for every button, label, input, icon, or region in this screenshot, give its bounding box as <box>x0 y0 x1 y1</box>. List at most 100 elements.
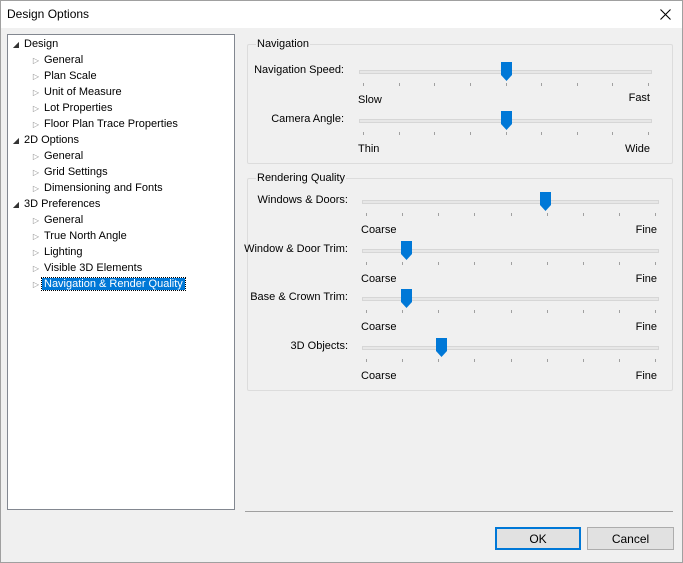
slider-tick <box>547 262 548 265</box>
tree-item-label: True North Angle <box>44 230 127 242</box>
slider-tick <box>648 132 649 135</box>
cancel-button[interactable]: Cancel <box>587 527 674 550</box>
slider-thumb[interactable] <box>401 241 412 260</box>
tree-node[interactable]: ◢ 2D Options <box>10 133 81 148</box>
collapsed-arrow-icon[interactable]: ▷ <box>30 229 42 244</box>
slider-track[interactable] <box>362 346 659 350</box>
slider-tick <box>474 262 475 265</box>
tree-item[interactable]: ▷ Grid Settings <box>30 165 110 180</box>
title-bar: Design Options <box>1 1 682 28</box>
slider-tick <box>619 262 620 265</box>
slider-tick <box>363 83 364 86</box>
slider-tick <box>506 83 507 86</box>
slider-tick <box>547 310 548 313</box>
slider-track[interactable] <box>362 200 659 204</box>
collapsed-arrow-icon[interactable]: ▷ <box>30 69 42 84</box>
slider-max-label: Fine <box>635 224 657 236</box>
tree-item[interactable]: ▷ General <box>30 53 85 68</box>
slider-thumb[interactable] <box>436 338 447 357</box>
slider-max-label: Fine <box>635 370 657 382</box>
slider-tick <box>402 310 403 313</box>
tree-item[interactable]: ▷ Dimensioning and Fonts <box>30 181 165 196</box>
tree-item[interactable]: ▷ Floor Plan Trace Properties <box>30 117 180 132</box>
tree-item[interactable]: ▷ Lot Properties <box>30 101 114 116</box>
tree-item[interactable]: ▷ Lighting <box>30 245 85 260</box>
slider-label: Window & Door Trim: <box>244 243 348 255</box>
tree-item[interactable]: ▷ Navigation & Render Quality <box>30 277 186 292</box>
slider-min-label: Coarse <box>361 321 397 333</box>
expanded-arrow-icon[interactable]: ◢ <box>10 197 22 212</box>
slider-thumb[interactable] <box>501 62 512 81</box>
collapsed-arrow-icon[interactable]: ▷ <box>30 213 42 228</box>
slider-tick <box>655 213 656 216</box>
expanded-arrow-icon[interactable]: ◢ <box>10 37 22 52</box>
tree-item[interactable]: ▷ General <box>30 213 85 228</box>
slider-tick <box>506 132 507 135</box>
collapsed-arrow-icon[interactable]: ▷ <box>30 261 42 276</box>
slider-label: Base & Crown Trim: <box>250 291 348 303</box>
tree-item-label: General <box>44 150 84 162</box>
slider-tick <box>583 310 584 313</box>
slider-max-label: Fine <box>635 321 657 333</box>
tree-node[interactable]: ◢ 3D Preferences <box>10 197 102 212</box>
tree-item[interactable]: ▷ Plan Scale <box>30 69 99 84</box>
slider-tick <box>366 213 367 216</box>
options-tree[interactable]: ◢ Design ▷ General ▷ Plan Scale ▷ Unit of Measu… <box>7 34 235 510</box>
tree-item[interactable]: ▷ Visible 3D Elements <box>30 261 144 276</box>
collapsed-arrow-icon[interactable]: ▷ <box>30 277 42 292</box>
tree-item-label: Design <box>24 38 59 50</box>
tree-item-label: 2D Options <box>24 134 80 146</box>
slider-tick <box>474 359 475 362</box>
close-button[interactable] <box>648 1 682 28</box>
slider-tick <box>438 310 439 313</box>
slider-label: Camera Angle: <box>271 113 344 125</box>
collapsed-arrow-icon[interactable]: ▷ <box>30 245 42 260</box>
collapsed-arrow-icon[interactable]: ▷ <box>30 165 42 180</box>
slider-tick <box>399 83 400 86</box>
collapsed-arrow-icon[interactable]: ▷ <box>30 53 42 68</box>
slider-tick <box>612 132 613 135</box>
tree-item-label: Lighting <box>44 246 83 258</box>
rendering-group <box>247 178 673 391</box>
slider-tick <box>399 132 400 135</box>
navigation-group-title: Navigation <box>256 38 310 50</box>
slider-tick <box>655 262 656 265</box>
slider-thumb[interactable] <box>501 111 512 130</box>
ok-button[interactable]: OK <box>495 527 581 550</box>
collapsed-arrow-icon[interactable]: ▷ <box>30 181 42 196</box>
tree-item[interactable]: ▷ General <box>30 149 85 164</box>
slider-tick <box>470 83 471 86</box>
tree-item-label: Floor Plan Trace Properties <box>44 118 178 130</box>
slider-thumb[interactable] <box>540 192 551 211</box>
slider-tick <box>648 83 649 86</box>
slider-tick <box>619 213 620 216</box>
slider-tick <box>402 262 403 265</box>
tree-item-label: Visible 3D Elements <box>44 262 143 274</box>
slider-tick <box>655 359 656 362</box>
collapsed-arrow-icon[interactable]: ▷ <box>30 101 42 116</box>
tree-node[interactable]: ◢ Design <box>10 37 60 52</box>
expanded-arrow-icon[interactable]: ◢ <box>10 133 22 148</box>
slider-tick <box>511 262 512 265</box>
slider-tick <box>612 83 613 86</box>
navigation-group <box>247 44 673 164</box>
collapsed-arrow-icon[interactable]: ▷ <box>30 85 42 100</box>
collapsed-arrow-icon[interactable]: ▷ <box>30 149 42 164</box>
tree-item[interactable]: ▷ Unit of Measure <box>30 85 124 100</box>
tree-item-label: Navigation & Render Quality <box>41 277 186 291</box>
slider-max-label: Fast <box>628 92 650 104</box>
tree-item[interactable]: ▷ True North Angle <box>30 229 129 244</box>
slider-tick <box>583 359 584 362</box>
slider-max-label: Wide <box>624 143 650 155</box>
slider-min-label: Thin <box>358 143 380 155</box>
tree-item-label: Unit of Measure <box>44 86 122 98</box>
window-title: Design Options <box>7 7 90 21</box>
tree-item-label: Plan Scale <box>44 70 97 82</box>
collapsed-arrow-icon[interactable]: ▷ <box>30 117 42 132</box>
slider-tick <box>547 213 548 216</box>
tree-item-label: Grid Settings <box>44 166 108 178</box>
slider-tick <box>577 83 578 86</box>
slider-tick <box>655 310 656 313</box>
slider-tick <box>511 359 512 362</box>
slider-thumb[interactable] <box>401 289 412 308</box>
